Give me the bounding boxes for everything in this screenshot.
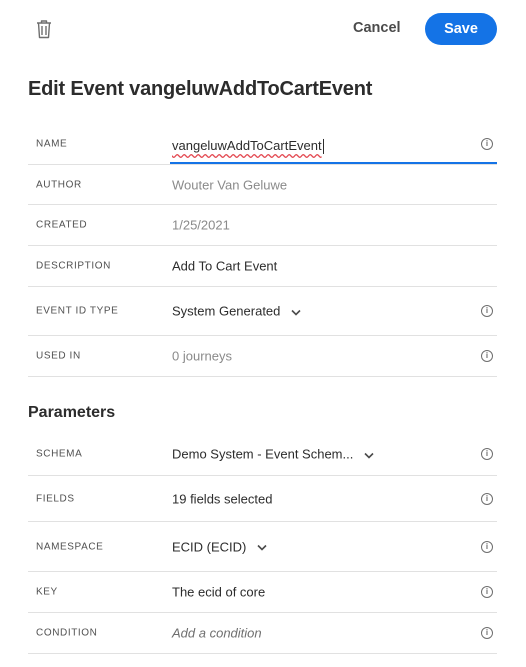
info-icon[interactable]: i [481, 540, 493, 553]
cancel-button[interactable]: Cancel [353, 20, 401, 36]
row-event-id-type: EVENT ID TYPE System Generated i [28, 287, 497, 336]
description-field[interactable]: Add To Cart Event [172, 259, 277, 274]
field-label: FIELDS [36, 493, 75, 504]
field-label: EVENT ID TYPE [36, 305, 119, 317]
field-label: KEY [36, 586, 58, 598]
used-in-value: 0 journeys [172, 348, 232, 364]
name-input-value: vangeluwAddToCartEvent [172, 137, 324, 155]
chevron-down-icon [291, 309, 301, 316]
save-button[interactable]: Save [425, 13, 497, 45]
row-key: KEY The ecid of core i [28, 572, 497, 613]
row-used-in: USED IN 0 journeys i [28, 336, 497, 377]
field-label: USED IN [36, 350, 81, 362]
row-schema: SCHEMA Demo System - Event Schem... i [28, 433, 497, 476]
field-label: AUTHOR [36, 179, 82, 190]
row-created: CREATED 1/25/2021 [28, 205, 497, 246]
row-namespace: NAMESPACE ECID (ECID) i [28, 522, 497, 572]
field-label: CREATED [36, 219, 88, 231]
fields-selector[interactable]: 19 fields selected [172, 491, 272, 506]
info-icon[interactable]: i [481, 627, 493, 639]
top-toolbar: Cancel Save [0, 0, 526, 60]
condition-field[interactable]: Add a condition [172, 626, 262, 641]
chevron-down-icon [257, 544, 267, 551]
key-field[interactable]: The ecid of core [172, 585, 265, 600]
row-description: DESCRIPTION Add To Cart Event [28, 246, 497, 287]
trash-icon[interactable] [35, 19, 53, 39]
field-label: NAME [36, 138, 68, 150]
namespace-dropdown[interactable]: ECID (ECID) [172, 539, 268, 554]
field-label: NAMESPACE [36, 541, 104, 552]
name-input[interactable]: vangeluwAddToCartEvent [170, 130, 497, 164]
row-author: AUTHOR Wouter Van Geluwe [28, 165, 497, 205]
field-label: CONDITION [36, 627, 98, 639]
schema-dropdown[interactable]: Demo System - Event Schem... [172, 447, 375, 462]
page-title: Edit Event vangeluwAddToCartEvent [28, 78, 373, 100]
parameters-table: SCHEMA Demo System - Event Schem... i FI… [28, 433, 497, 654]
text-caret [322, 139, 324, 155]
info-icon[interactable]: i [481, 492, 493, 505]
info-icon[interactable]: i [481, 350, 493, 362]
info-icon[interactable]: i [481, 305, 493, 317]
row-fields: FIELDS 19 fields selected i [28, 476, 497, 522]
info-icon[interactable]: i [481, 138, 493, 150]
field-label: DESCRIPTION [36, 260, 111, 272]
parameters-heading: Parameters [28, 404, 116, 421]
event-properties-table: NAME vangeluwAddToCartEvent i AUTHOR Wou… [28, 124, 497, 377]
author-value: Wouter Van Geluwe [172, 177, 288, 192]
created-value: 1/25/2021 [172, 217, 230, 233]
row-condition: CONDITION Add a condition i [28, 613, 497, 654]
info-icon[interactable]: i [481, 448, 493, 460]
info-icon[interactable]: i [481, 586, 493, 598]
chevron-down-icon [364, 452, 374, 459]
event-id-type-dropdown[interactable]: System Generated [172, 304, 302, 319]
field-label: SCHEMA [36, 448, 83, 460]
row-name: NAME vangeluwAddToCartEvent i [28, 124, 497, 165]
